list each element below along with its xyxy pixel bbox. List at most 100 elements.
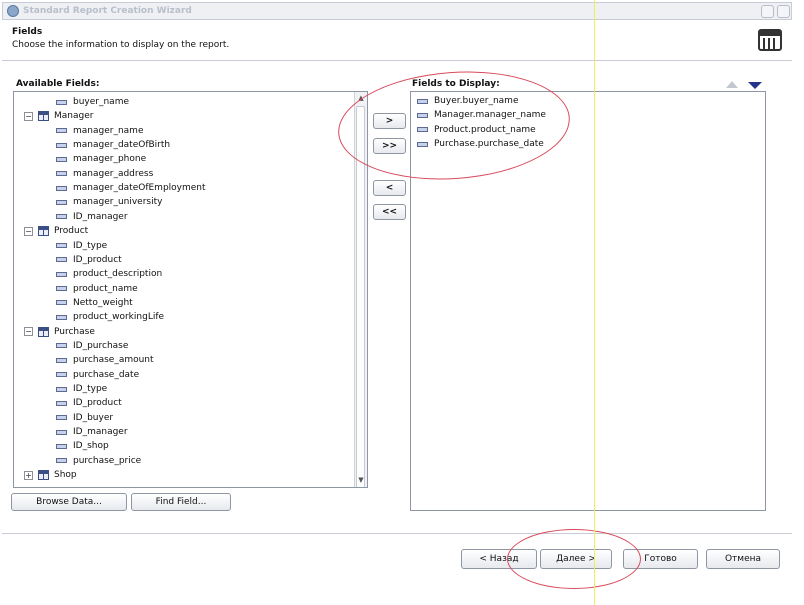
tree-item-label: ID_type	[73, 384, 108, 394]
tree-field-item[interactable]: purchase_amount	[56, 353, 154, 367]
tree-item-label: manager_address	[73, 168, 154, 179]
tree-item-label: manager_university	[73, 197, 163, 208]
guide-line	[594, 0, 595, 605]
tree-field-item[interactable]: ID_product	[56, 396, 122, 410]
tree-item-label: product_workingLife	[73, 312, 165, 323]
tree-item-label: Netto_weight	[73, 297, 133, 308]
tree-item-label: manager_dateOfEmployment	[73, 183, 206, 194]
tree-item-label: Shop	[54, 470, 77, 481]
tree-item-label: purchase_date	[73, 369, 140, 380]
field-icon	[56, 128, 67, 134]
tree-item-label: ID_manager	[73, 427, 128, 438]
tree-field-item[interactable]: purchase_price	[56, 454, 141, 468]
find-field-button[interactable]: Find Field...	[131, 493, 231, 511]
tree-field-item[interactable]: product_workingLife	[56, 310, 164, 324]
table-icon	[38, 326, 49, 337]
field-icon	[56, 185, 67, 191]
tree-field-item[interactable]: product_description	[56, 267, 162, 281]
tree-field-item[interactable]: ID_product	[56, 253, 122, 267]
field-icon	[56, 372, 67, 378]
collapse-icon[interactable]: −	[24, 327, 33, 337]
tree-field-item[interactable]: ID_buyer	[56, 411, 113, 425]
tree-item-label: ID_type	[73, 240, 108, 251]
field-icon	[56, 343, 67, 349]
scroll-down-icon[interactable]: ▼	[356, 475, 366, 486]
expand-icon[interactable]: +	[24, 470, 33, 480]
available-fields-label: Available Fields:	[16, 79, 100, 89]
browse-data-button[interactable]: Browse Data...	[11, 493, 127, 511]
tree-field-item[interactable]: manager_dateOfBirth	[56, 138, 170, 152]
tree-item-label: purchase_price	[73, 455, 142, 466]
move-up-icon[interactable]	[726, 81, 738, 88]
tree-field-item[interactable]: ID_type	[56, 239, 107, 253]
field-icon	[56, 271, 67, 277]
tree-table-node[interactable]: − Product	[24, 224, 88, 238]
tree-field-item[interactable]: buyer_name	[56, 95, 129, 109]
tree-field-item[interactable]: manager_university	[56, 195, 162, 209]
move-down-icon[interactable]	[748, 82, 762, 89]
field-icon	[56, 386, 67, 392]
tree-field-item[interactable]: manager_name	[56, 124, 143, 138]
tree-field-item[interactable]: manager_phone	[56, 152, 146, 166]
field-icon	[56, 415, 67, 421]
page-description: Choose the information to display on the…	[12, 40, 230, 50]
tree-item-label: Product	[54, 226, 89, 237]
tree-field-item[interactable]: manager_address	[56, 167, 153, 181]
table-icon	[38, 470, 49, 481]
tree-item-label: buyer_name	[73, 97, 130, 107]
wizard-header: Fields Choose the information to display…	[2, 20, 792, 61]
collapse-icon[interactable]: −	[24, 226, 33, 236]
tree-item-label: manager_dateOfBirth	[73, 140, 171, 151]
remove-field-button[interactable]: <	[373, 180, 406, 196]
field-icon	[56, 243, 67, 248]
tree-item-label: Purchase	[54, 326, 95, 337]
field-icon	[56, 199, 67, 205]
title-bar: Standard Report Creation Wizard	[2, 2, 792, 20]
field-icon	[56, 443, 67, 449]
tree-item-label: manager_name	[73, 125, 144, 136]
tree-item-label: ID_manager	[73, 211, 128, 222]
field-icon	[56, 314, 67, 320]
tree-field-item[interactable]: ID_shop	[56, 439, 109, 453]
page-title: Fields	[12, 27, 43, 37]
tree-field-item[interactable]: product_name	[56, 282, 138, 296]
tree-table-node[interactable]: + Shop	[24, 468, 77, 482]
field-icon	[56, 286, 67, 292]
tree-field-item[interactable]: manager_dateOfEmployment	[56, 181, 206, 195]
tree-field-item[interactable]: purchase_date	[56, 368, 139, 382]
field-icon	[56, 214, 67, 220]
tree-field-item[interactable]: ID_purchase	[56, 339, 128, 353]
close-button[interactable]	[777, 5, 790, 18]
report-layout-icon	[758, 29, 782, 51]
field-icon	[56, 171, 67, 177]
field-icon	[56, 142, 67, 148]
field-icon	[56, 400, 67, 406]
tree-item-label: ID_product	[73, 398, 122, 409]
tree-table-node[interactable]: − Manager	[24, 109, 93, 123]
remove-all-fields-button[interactable]: <<	[373, 204, 406, 220]
field-icon	[56, 429, 67, 435]
tree-field-item[interactable]: ID_manager	[56, 425, 128, 439]
collapse-icon[interactable]: −	[24, 111, 33, 121]
tree-field-item[interactable]: Netto_weight	[56, 296, 133, 310]
tree-item-label: ID_product	[73, 254, 122, 265]
table-icon	[38, 111, 49, 122]
available-fields-tree[interactable]: buyer_name − Manager manager_name manager_da…	[13, 91, 368, 488]
field-icon	[56, 156, 67, 162]
field-icon	[56, 99, 67, 105]
tree-item-label: ID_shop	[73, 441, 109, 452]
cancel-button[interactable]: Отмена	[706, 549, 780, 569]
footer-divider	[2, 533, 792, 534]
tree-item-label: Manager	[54, 111, 94, 122]
field-icon	[56, 458, 67, 464]
tree-field-item[interactable]: ID_manager	[56, 210, 128, 224]
tree-field-item[interactable]: ID_type	[56, 382, 107, 396]
app-icon	[7, 5, 19, 17]
maximize-button[interactable]	[761, 5, 774, 18]
tree-item-label: ID_buyer	[73, 412, 114, 423]
field-icon	[56, 357, 67, 363]
tree-table-node[interactable]: − Purchase	[24, 325, 95, 339]
tree-item-label: manager_phone	[73, 154, 147, 165]
tree-item-label: purchase_amount	[73, 355, 154, 366]
window-title: Standard Report Creation Wizard	[23, 6, 192, 16]
